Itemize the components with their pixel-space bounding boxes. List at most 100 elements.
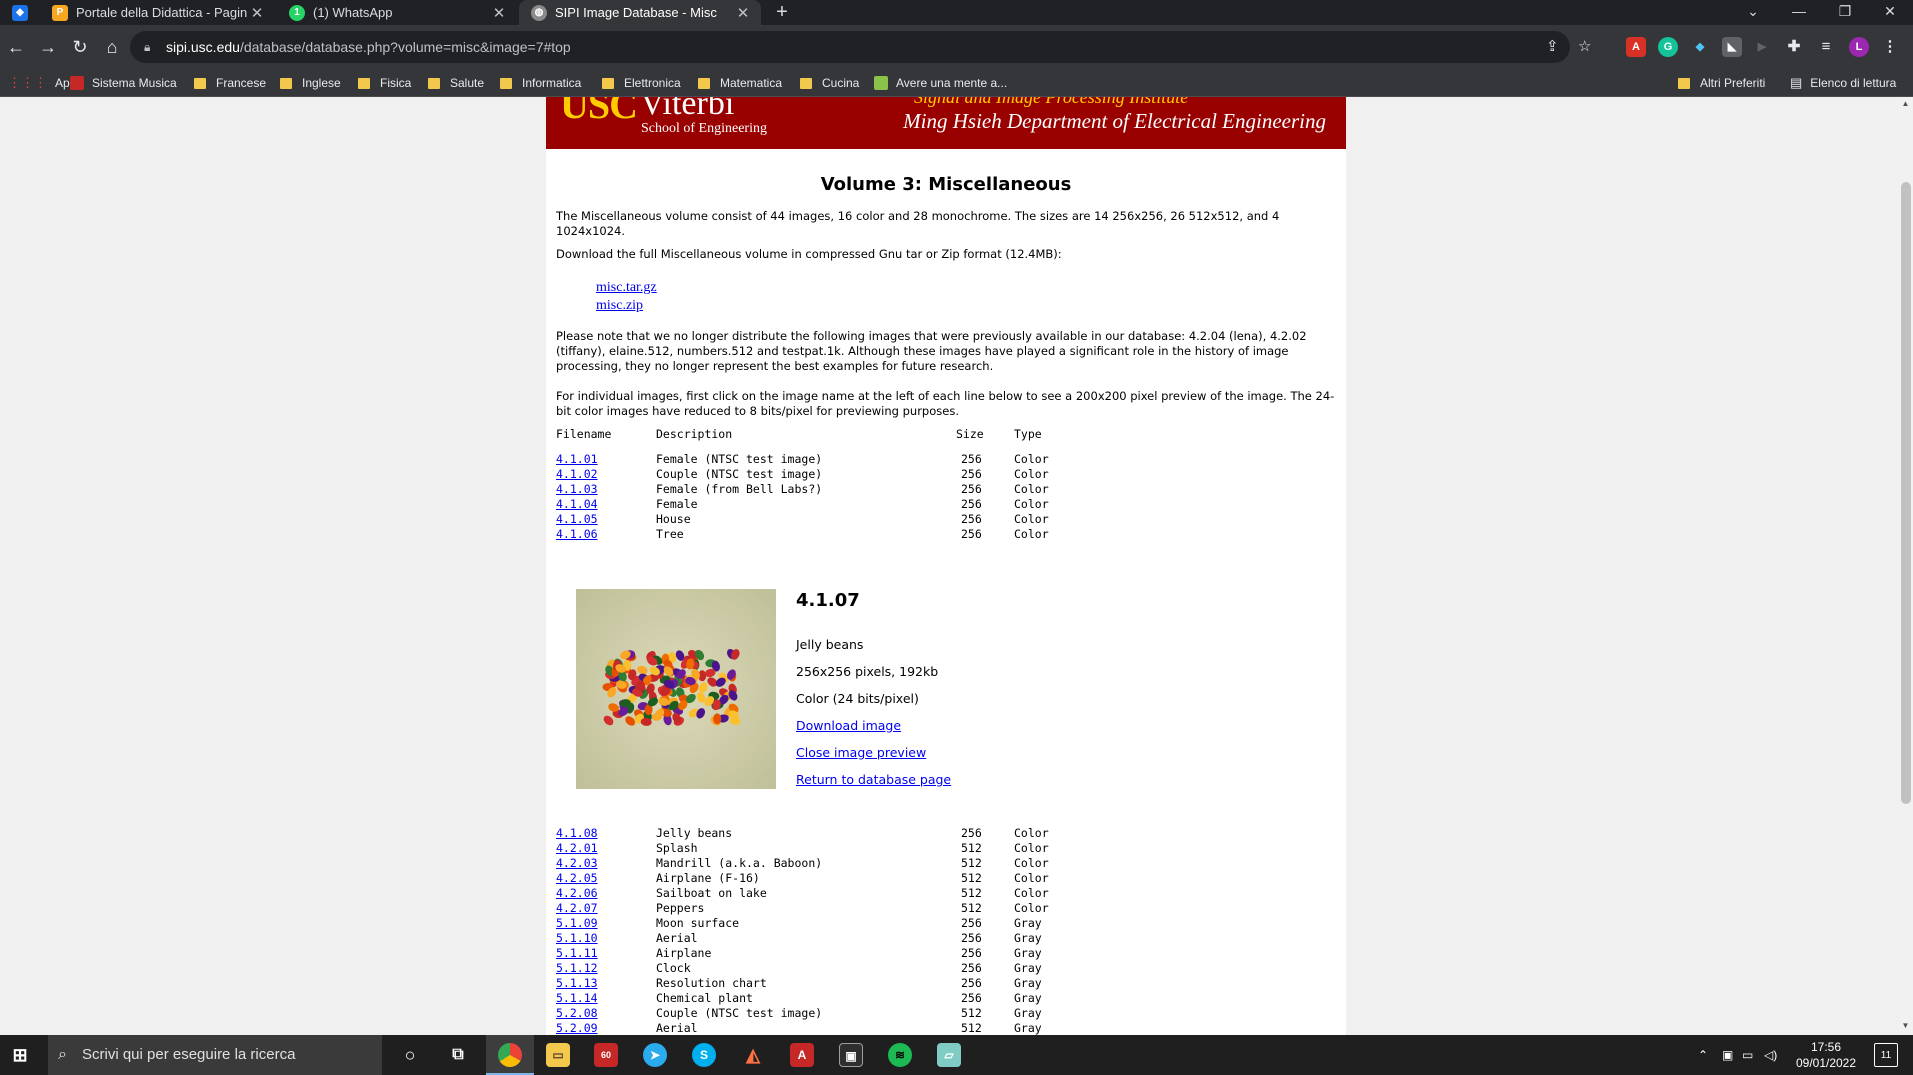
image-filename-link[interactable]: 4.2.01 bbox=[556, 841, 598, 856]
bookmark-francese[interactable]: Francese bbox=[194, 69, 266, 97]
image-filename-link[interactable]: 4.1.01 bbox=[556, 452, 598, 467]
acrobat-extension-icon[interactable]: A bbox=[1626, 37, 1646, 57]
scroll-up-arrow-icon[interactable]: ▲ bbox=[1900, 99, 1911, 108]
download-tar-link[interactable]: misc.tar.gz bbox=[596, 280, 657, 295]
page-scrollbar[interactable]: ▲ ▼ bbox=[1898, 97, 1913, 1035]
terminal-icon[interactable]: ▣ bbox=[839, 1043, 863, 1067]
bookmark-matematica[interactable]: Matematica bbox=[698, 69, 782, 97]
bookmark-cucina[interactable]: Cucina bbox=[800, 69, 859, 97]
image-filename-link[interactable]: 5.1.09 bbox=[556, 916, 598, 931]
bookmark-salute[interactable]: Salute bbox=[428, 69, 484, 97]
telegram-icon[interactable]: ➤ bbox=[643, 1043, 667, 1067]
back-arrow-icon[interactable]: ← bbox=[4, 35, 28, 59]
volume-icon[interactable]: ◁) bbox=[1764, 1035, 1777, 1075]
forward-arrow-icon[interactable]: → bbox=[36, 35, 60, 59]
media-queue-icon[interactable]: ≡ bbox=[1816, 37, 1836, 57]
minimize-button[interactable]: — bbox=[1776, 0, 1822, 25]
share-icon[interactable]: ⇪ bbox=[1546, 31, 1559, 63]
image-filename-link[interactable]: 4.2.06 bbox=[556, 886, 598, 901]
usc-banner[interactable]: USC Viterbi School of Engineering Signal… bbox=[546, 97, 1346, 149]
close-window-button[interactable]: ✕ bbox=[1867, 0, 1913, 25]
image-description: Couple (NTSC test image) bbox=[656, 1006, 823, 1020]
star-icon[interactable]: ☆ bbox=[1578, 31, 1591, 63]
image-filename-link[interactable]: 4.2.05 bbox=[556, 871, 598, 886]
image-filename-link[interactable]: 5.1.12 bbox=[556, 961, 598, 976]
address-bar[interactable]: 🔒︎ sipi.usc.edu/database/database.php?vo… bbox=[130, 31, 1591, 63]
extension-icon[interactable]: ◣ bbox=[1722, 37, 1742, 57]
header-type: Type bbox=[1014, 427, 1042, 441]
mail-icon[interactable]: 60 bbox=[594, 1043, 618, 1067]
diamond-extension-icon[interactable]: ◆ bbox=[1690, 37, 1710, 57]
image-filename-link[interactable]: 5.1.13 bbox=[556, 976, 598, 991]
scrollbar-thumb[interactable] bbox=[1901, 182, 1911, 804]
close-preview-link[interactable]: Close image preview bbox=[796, 745, 926, 760]
taskbar-search-box[interactable]: ⌕ Scrivi qui per eseguire la ricerca bbox=[48, 1035, 382, 1075]
close-icon[interactable]: ✕ bbox=[247, 4, 267, 22]
home-icon[interactable]: ⌂ bbox=[100, 35, 124, 59]
tab-list-chevron-icon[interactable]: ⌄ bbox=[1730, 0, 1776, 25]
image-filename-link[interactable]: 4.1.04 bbox=[556, 497, 598, 512]
battery-icon[interactable]: ▭ bbox=[1742, 1035, 1753, 1075]
matlab-icon[interactable]: ◭ bbox=[741, 1043, 765, 1067]
notification-center-icon[interactable]: 11 bbox=[1874, 1043, 1898, 1067]
task-view-icon[interactable]: ⧉ bbox=[446, 1043, 470, 1067]
reload-icon[interactable]: ↻ bbox=[68, 35, 92, 59]
table-row: 4.1.08 Jelly beans 256 Color bbox=[556, 826, 1336, 841]
clock-date: 09/01/2022 bbox=[1795, 1056, 1857, 1070]
image-filename-link[interactable]: 4.2.07 bbox=[556, 901, 598, 916]
profile-avatar[interactable]: L bbox=[1849, 37, 1869, 57]
image-type: Color bbox=[1014, 512, 1049, 526]
acrobat-icon[interactable]: A bbox=[790, 1043, 814, 1067]
image-filename-link[interactable]: 4.1.06 bbox=[556, 527, 598, 542]
image-filename-link[interactable]: 5.2.08 bbox=[556, 1006, 598, 1021]
image-filename-link[interactable]: 5.1.11 bbox=[556, 946, 598, 961]
puzzle-icon[interactable]: ✚ bbox=[1784, 37, 1804, 57]
bookmark-sistema-musica[interactable]: Sistema Musica bbox=[70, 69, 177, 97]
table-row: 5.1.10 Aerial 256 Gray bbox=[556, 931, 1336, 946]
bookmark-elettronica[interactable]: Elettronica bbox=[602, 69, 681, 97]
notes-icon[interactable]: ▱ bbox=[937, 1043, 961, 1067]
download-zip-link[interactable]: misc.zip bbox=[596, 298, 643, 313]
spotify-icon[interactable]: ≋ bbox=[888, 1043, 912, 1067]
close-icon[interactable]: ✕ bbox=[733, 4, 753, 22]
folder-icon bbox=[428, 77, 440, 89]
tray-chevron-icon[interactable]: ⌃ bbox=[1698, 1035, 1708, 1075]
return-to-database-link[interactable]: Return to database page bbox=[796, 772, 951, 787]
grammarly-extension-icon[interactable]: G bbox=[1658, 37, 1678, 57]
image-filename-link[interactable]: 4.1.08 bbox=[556, 826, 598, 841]
scroll-down-arrow-icon[interactable]: ▼ bbox=[1900, 1021, 1911, 1030]
bookmark-avere-una-mente[interactable]: Avere una mente a... bbox=[874, 69, 1007, 97]
image-filename-link[interactable]: 4.1.02 bbox=[556, 467, 598, 482]
new-tab-button[interactable]: + bbox=[770, 0, 794, 25]
download-image-link[interactable]: Download image bbox=[796, 718, 901, 733]
bookmark-informatica[interactable]: Informatica bbox=[500, 69, 581, 97]
skype-icon[interactable]: S bbox=[692, 1043, 716, 1067]
restore-button[interactable]: ❐ bbox=[1822, 0, 1868, 25]
bookmark-apps[interactable]: ⋮⋮⋮ App bbox=[8, 69, 76, 97]
image-filename-link[interactable]: 4.1.03 bbox=[556, 482, 598, 497]
menu-kebab-icon[interactable]: ⋮ bbox=[1880, 37, 1900, 57]
reading-list-button[interactable]: ▤ Elenco di lettura bbox=[1790, 69, 1896, 97]
image-filename-link[interactable]: 4.1.05 bbox=[556, 512, 598, 527]
image-filename-link[interactable]: 5.2.09 bbox=[556, 1021, 598, 1035]
image-filename-link[interactable]: 5.1.14 bbox=[556, 991, 598, 1006]
header-filename: Filename bbox=[556, 427, 612, 441]
tab-search-button[interactable]: ◆ bbox=[0, 0, 40, 25]
tab-portale[interactable]: P Portale della Didattica - Pagina di ✕ bbox=[40, 0, 275, 25]
tab-sipi[interactable]: ◍ SIPI Image Database - Misc ✕ bbox=[519, 0, 761, 25]
close-icon[interactable]: ✕ bbox=[489, 4, 509, 22]
windows-start-icon[interactable]: ⊞ bbox=[8, 1043, 32, 1067]
file-explorer-icon[interactable]: ▭ bbox=[546, 1043, 570, 1067]
arrow-extension-icon[interactable]: ▶ bbox=[1752, 37, 1772, 57]
chrome-icon[interactable] bbox=[498, 1043, 522, 1067]
tab-strip: ◆ P Portale della Didattica - Pagina di … bbox=[0, 0, 1913, 25]
cortana-icon[interactable]: ○ bbox=[398, 1043, 422, 1067]
image-filename-link[interactable]: 4.2.03 bbox=[556, 856, 598, 871]
bookmark-fisica[interactable]: Fisica bbox=[358, 69, 411, 97]
bookmark-inglese[interactable]: Inglese bbox=[280, 69, 341, 97]
meet-now-icon[interactable]: ▣ bbox=[1722, 1035, 1733, 1075]
bookmark-altri-preferiti[interactable]: Altri Preferiti bbox=[1678, 69, 1765, 97]
tab-whatsapp[interactable]: 1 (1) WhatsApp ✕ bbox=[277, 0, 517, 25]
image-filename-link[interactable]: 5.1.10 bbox=[556, 931, 598, 946]
taskbar-clock[interactable]: 17:56 09/01/2022 bbox=[1786, 1039, 1866, 1071]
